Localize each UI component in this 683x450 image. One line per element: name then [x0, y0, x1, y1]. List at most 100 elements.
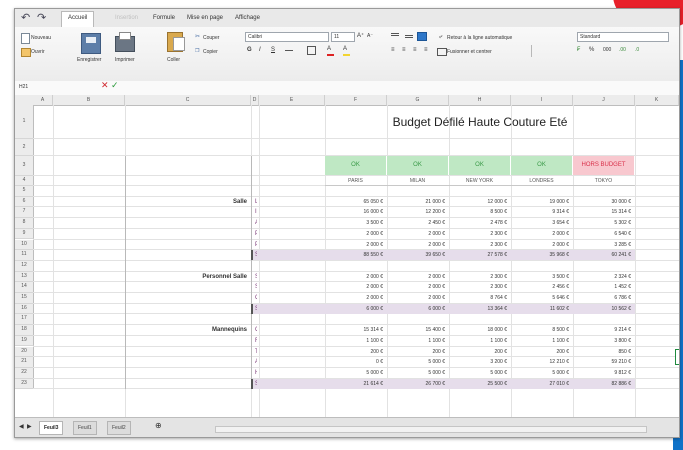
column-header[interactable]: E	[259, 95, 325, 106]
budget-value[interactable]: 27 010 €	[511, 379, 569, 389]
underline-button[interactable]: S	[271, 47, 275, 54]
copy-label[interactable]: Copier	[203, 49, 218, 56]
budget-value[interactable]: 2 000 €	[325, 293, 383, 303]
budget-value[interactable]: 2 000 €	[511, 240, 569, 250]
budget-value[interactable]: 2 000 €	[387, 240, 445, 250]
row-header[interactable]: 5	[15, 186, 34, 197]
save-icon[interactable]	[81, 33, 101, 54]
row-header[interactable]: 15	[15, 293, 34, 304]
worksheet-grid[interactable]: ABCDEFGHIJKL1234567891011121314151617181…	[15, 95, 679, 417]
budget-value[interactable]: 2 300 €	[449, 229, 507, 239]
budget-value[interactable]: 82 886 €	[573, 379, 631, 389]
column-header[interactable]: C	[125, 95, 251, 106]
budget-value[interactable]: 30 000 €	[573, 197, 631, 207]
budget-value[interactable]: 5 000 €	[511, 368, 569, 378]
row-header[interactable]: 18	[15, 325, 34, 336]
row-header[interactable]: 4	[15, 176, 34, 186]
row-header[interactable]: 12	[15, 260, 34, 272]
undo-icon[interactable]: ↶	[21, 11, 30, 25]
budget-value[interactable]: 15 314 €	[573, 207, 631, 217]
column-header[interactable]: J	[573, 95, 635, 106]
budget-value[interactable]: 8 500 €	[511, 325, 569, 335]
budget-value[interactable]: 12 200 €	[387, 207, 445, 217]
budget-value[interactable]: 5 000 €	[449, 368, 507, 378]
print-label[interactable]: Imprimer	[115, 57, 135, 64]
budget-value[interactable]: 2 300 €	[449, 240, 507, 250]
budget-value[interactable]: 5 000 €	[387, 368, 445, 378]
budget-value[interactable]: 25 500 €	[449, 379, 507, 389]
row-header[interactable]: 1	[15, 105, 34, 139]
paste-label[interactable]: Coller	[167, 57, 180, 64]
budget-value[interactable]: 11 602 €	[511, 304, 569, 314]
budget-value[interactable]: 2 478 €	[449, 218, 507, 228]
sheet-tab-feuil1[interactable]: Feuil1	[73, 421, 97, 435]
budget-value[interactable]: 2 000 €	[325, 282, 383, 292]
budget-value[interactable]: 12 000 €	[449, 197, 507, 207]
budget-value[interactable]: 0 €	[325, 357, 383, 367]
budget-value[interactable]: 5 646 €	[511, 293, 569, 303]
budget-value[interactable]: 19 000 €	[511, 197, 569, 207]
budget-value[interactable]: 10 562 €	[573, 304, 631, 314]
align-right-icon[interactable]: ≡	[413, 47, 417, 54]
decrease-decimal-icon[interactable]: .0	[635, 47, 639, 54]
budget-value[interactable]: 16 000 €	[325, 207, 383, 217]
column-header[interactable]: F	[325, 95, 387, 106]
first-sheet-icon[interactable]: ◀	[19, 424, 24, 431]
row-header[interactable]: 7	[15, 207, 34, 219]
budget-value[interactable]: 1 452 €	[573, 282, 631, 292]
budget-value[interactable]: 2 000 €	[387, 272, 445, 282]
font-name-select[interactable]: Calibri	[245, 32, 329, 42]
budget-value[interactable]: 850 €	[573, 347, 631, 357]
column-header[interactable]: D	[251, 95, 259, 106]
open-folder-icon[interactable]	[21, 48, 31, 57]
budget-value[interactable]: 5 000 €	[387, 357, 445, 367]
budget-value[interactable]: 3 500 €	[325, 218, 383, 228]
number-format-select[interactable]: Standard	[577, 32, 669, 42]
cancel-icon[interactable]: ✕	[101, 81, 109, 90]
budget-value[interactable]: 6 540 €	[573, 229, 631, 239]
open-label[interactable]: Ouvrir	[31, 49, 45, 56]
budget-value[interactable]: 21 614 €	[325, 379, 383, 389]
budget-value[interactable]: 1 100 €	[325, 336, 383, 346]
cut-label[interactable]: Couper	[203, 35, 219, 42]
tab-accueil[interactable]: Accueil	[61, 11, 95, 27]
budget-value[interactable]: 200 €	[449, 347, 507, 357]
percent-button[interactable]: %	[589, 47, 594, 54]
shrink-font-icon[interactable]: A⁻	[367, 33, 373, 40]
budget-value[interactable]: 1 100 €	[511, 336, 569, 346]
tab-mise-en-page[interactable]: Mise en page	[181, 12, 229, 24]
budget-value[interactable]: 13 364 €	[449, 304, 507, 314]
budget-value[interactable]: 200 €	[387, 347, 445, 357]
budget-value[interactable]: 21 000 €	[387, 197, 445, 207]
tab-insertion[interactable]: Insertion	[109, 12, 144, 24]
font-color-icon[interactable]: A	[343, 46, 347, 53]
budget-value[interactable]: 1 100 €	[449, 336, 507, 346]
budget-value[interactable]: 3 800 €	[573, 336, 631, 346]
budget-value[interactable]: 2 000 €	[387, 282, 445, 292]
merge-label[interactable]: Fusionner et centrer	[447, 49, 492, 56]
budget-value[interactable]: 27 578 €	[449, 250, 507, 260]
merge-icon[interactable]	[437, 48, 447, 56]
row-header[interactable]: 20	[15, 346, 34, 358]
column-header[interactable]: B	[53, 95, 125, 106]
budget-value[interactable]: 2 450 €	[387, 218, 445, 228]
column-header[interactable]: K	[635, 95, 679, 106]
font-size-select[interactable]: 11	[331, 32, 355, 42]
row-header[interactable]: 21	[15, 357, 34, 368]
budget-value[interactable]: 3 654 €	[511, 218, 569, 228]
row-header[interactable]: 17	[15, 314, 34, 326]
budget-value[interactable]: 15 314 €	[325, 325, 383, 335]
name-box[interactable]: H21	[19, 84, 28, 91]
budget-value[interactable]: 59 210 €	[573, 357, 631, 367]
row-header[interactable]: 16	[15, 303, 34, 315]
paste-clipboard-icon[interactable]	[167, 32, 185, 52]
budget-value[interactable]: 3 200 €	[449, 357, 507, 367]
align-bottom-icon[interactable]	[417, 32, 427, 41]
budget-value[interactable]: 26 700 €	[387, 379, 445, 389]
grow-font-icon[interactable]: A⁺	[357, 33, 364, 40]
add-sheet-icon[interactable]: ⊕	[155, 422, 162, 430]
budget-value[interactable]: 2 000 €	[325, 240, 383, 250]
row-header[interactable]: 6	[15, 196, 34, 208]
new-label[interactable]: Nouveau	[31, 35, 51, 42]
row-header[interactable]: 2	[15, 139, 34, 156]
